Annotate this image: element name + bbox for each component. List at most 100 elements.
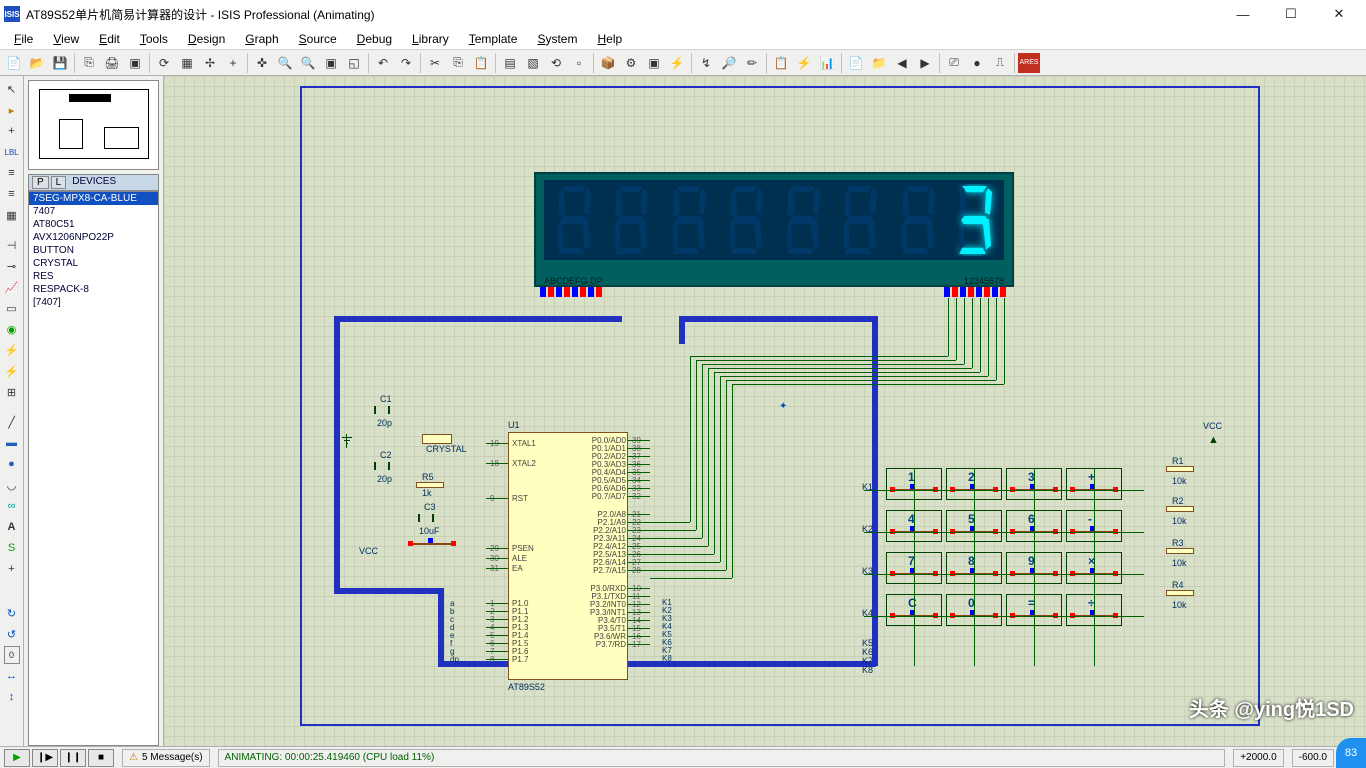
schematic-canvas[interactable]: ABCDEFG DP 12345678 [164,76,1366,746]
terminal-icon[interactable]: ⎚ [943,53,965,73]
text-icon[interactable]: A [3,518,21,536]
menu-design[interactable]: Design [180,30,233,48]
menu-debug[interactable]: Debug [349,30,400,48]
reset-button[interactable] [410,538,454,550]
new-icon[interactable]: 📄 [3,53,25,73]
play-button[interactable]: ▶ [4,749,30,767]
res-r1[interactable] [1166,466,1194,472]
refresh-icon[interactable]: ⟳ [153,53,175,73]
res-r4[interactable] [1166,590,1194,596]
list-item[interactable]: [7407] [29,296,158,309]
copy-icon[interactable]: ⎘ [447,53,469,73]
cut-icon[interactable]: ✂ [424,53,446,73]
zoom-all-icon[interactable]: ▣ [320,53,342,73]
page-left-icon[interactable]: ◀ [891,53,913,73]
rotate-cw-icon[interactable]: ↻ [3,604,21,622]
generator-icon[interactable]: ⎍ [989,53,1011,73]
step-button[interactable]: ❙▶ [32,749,58,767]
seven-seg-display[interactable]: ABCDEFG DP 12345678 [534,172,1014,287]
subcircuit-icon[interactable]: ▦ [3,206,21,224]
zoom-in-icon[interactable]: 🔍 [274,53,296,73]
package-icon[interactable]: ▣ [643,53,665,73]
device-list[interactable]: 7SEG-MPX8-CA-BLUE 7407 AT80C51 AVX1206NP… [28,191,159,746]
crystal-x1[interactable] [422,434,452,444]
print-icon[interactable]: 🖨 [101,53,123,73]
paste-icon[interactable]: 📋 [470,53,492,73]
l-button[interactable]: L [51,176,67,189]
zoom-area-icon[interactable]: ◱ [343,53,365,73]
res-r3[interactable] [1166,548,1194,554]
bus-icon[interactable]: ≡ [3,185,21,203]
search-icon[interactable]: 🔎 [718,53,740,73]
property-icon[interactable]: ✏ [741,53,763,73]
rotate-ccw-icon[interactable]: ↺ [3,625,21,643]
path-icon[interactable]: ∞ [3,497,21,515]
minimize-button[interactable]: — [1228,4,1258,24]
make-icon[interactable]: ⚙ [620,53,642,73]
list-item[interactable]: RESPACK-8 [29,283,158,296]
messages-status[interactable]: ⚠ 5 Message(s) [122,749,210,767]
menu-system[interactable]: System [529,30,585,48]
report-icon[interactable]: 📄 [845,53,867,73]
block-delete-icon[interactable]: ▫ [568,53,590,73]
area-icon[interactable]: ▣ [124,53,146,73]
list-item[interactable]: 7407 [29,205,158,218]
probe-v-icon[interactable]: ⚡ [3,341,21,359]
select-icon[interactable]: ↖ [3,80,21,98]
pause-button[interactable]: ❙❙ [60,749,86,767]
cap-c2[interactable] [374,462,390,470]
list-item[interactable]: RES [29,270,158,283]
probe-i-icon[interactable]: ⚡ [3,362,21,380]
save-icon[interactable]: 💾 [49,53,71,73]
undo-icon[interactable]: ↶ [372,53,394,73]
list-item[interactable]: 7SEG-MPX8-CA-BLUE [29,192,158,205]
pin-icon[interactable]: ⊸ [3,257,21,275]
cursor-icon[interactable]: + [222,53,244,73]
decompose-icon[interactable]: ⚡ [666,53,688,73]
import-icon[interactable]: ⎘ [78,53,100,73]
menu-help[interactable]: Help [589,30,630,48]
menu-file[interactable]: File [6,30,41,48]
mirror-h-icon[interactable]: ↔ [3,667,21,685]
component-icon[interactable]: ▸ [3,101,21,119]
overview-window[interactable] [28,80,159,170]
zoom-out-icon[interactable]: 🔍 [297,53,319,73]
list-item[interactable]: AT80C51 [29,218,158,231]
cap-c1[interactable] [374,406,390,414]
cap-c3[interactable] [418,514,434,522]
list-item[interactable]: AVX1206NPO22P [29,231,158,244]
terminal-mode-icon[interactable]: ⊣ [3,236,21,254]
arc-icon[interactable]: ◡ [3,476,21,494]
open-icon[interactable]: 📂 [26,53,48,73]
res-r2[interactable] [1166,506,1194,512]
marker-icon[interactable]: + [3,560,21,578]
p-button[interactable]: P [32,176,49,189]
bom-icon[interactable]: 📊 [816,53,838,73]
block-rotate-icon[interactable]: ⟲ [545,53,567,73]
center-icon[interactable]: ✜ [251,53,273,73]
stop-button[interactable]: ■ [88,749,114,767]
instrument-icon[interactable]: ⊞ [3,383,21,401]
menu-view[interactable]: View [45,30,87,48]
erc-icon[interactable]: 📋 [770,53,792,73]
netlist-icon[interactable]: ⚡ [793,53,815,73]
menu-source[interactable]: Source [291,30,345,48]
ares-icon[interactable]: ARES [1018,53,1040,73]
menu-library[interactable]: Library [404,30,457,48]
block-move-icon[interactable]: ▧ [522,53,544,73]
generator-mode-icon[interactable]: ◉ [3,320,21,338]
menu-edit[interactable]: Edit [91,30,128,48]
symbol-icon[interactable]: S [3,539,21,557]
junction-icon[interactable]: ● [966,53,988,73]
res-r5[interactable] [416,482,444,488]
menu-graph[interactable]: Graph [237,30,286,48]
pick-icon[interactable]: 📦 [597,53,619,73]
maximize-button[interactable]: ☐ [1276,4,1306,24]
tape-icon[interactable]: ▭ [3,299,21,317]
origin-icon[interactable]: ✢ [199,53,221,73]
label-icon[interactable]: LBL [3,143,21,161]
junction-dot-icon[interactable]: + [3,122,21,140]
mirror-v-icon[interactable]: ↕ [3,688,21,706]
angle-input[interactable]: 0 [4,646,20,664]
close-button[interactable]: ✕ [1324,4,1354,24]
